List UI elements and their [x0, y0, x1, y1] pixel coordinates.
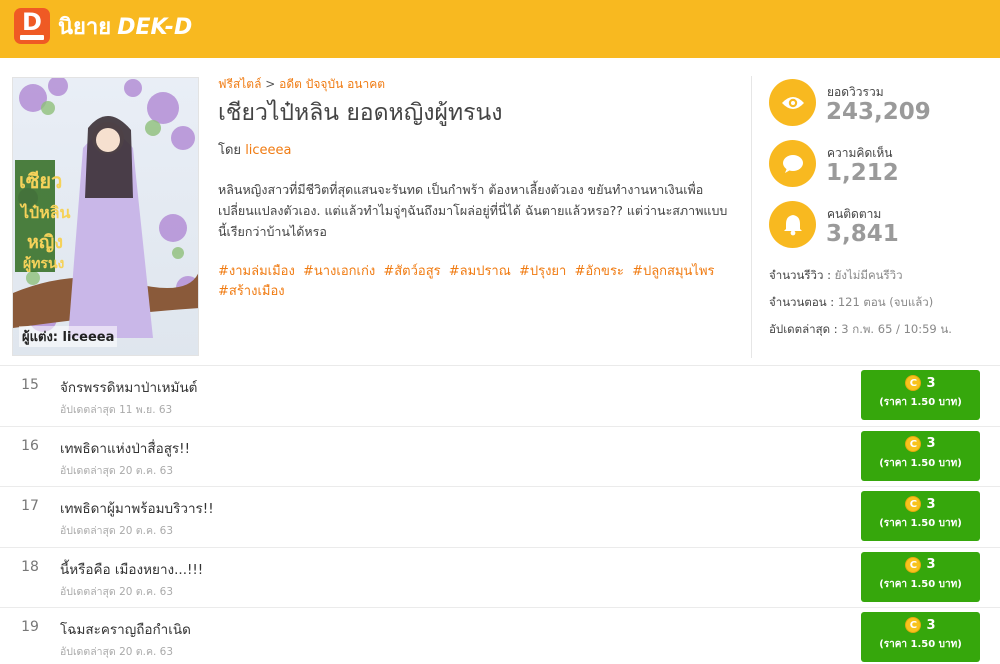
synopsis: หลินหญิงสาวที่มีชีวิตที่สุดแสนจะรันทด เป… [218, 182, 728, 239]
episode-price: (ราคา 1.50 บาท) [879, 518, 962, 529]
tag-link[interactable]: #สร้างเมือง [218, 284, 285, 299]
logo-text: นิยาย DEK-D [58, 9, 192, 44]
buy-episode-button[interactable]: C3 (ราคา 1.50 บาท) [861, 491, 980, 541]
svg-text:ผู้ทรนง: ผู้ทรนง [23, 256, 65, 272]
vertical-divider [751, 76, 752, 358]
coin-icon: C [905, 617, 922, 633]
tag-link[interactable]: #ลมปราณ [449, 264, 511, 279]
svg-text:หญิง: หญิง [27, 232, 63, 253]
episode-title-link[interactable]: นี้หรือคือ เมืองหยาง...!!! [60, 558, 203, 580]
breadcrumb: ฟรีสไตล์ > อดีต ปัจจุบัน อนาคต [218, 75, 730, 93]
tag-link[interactable]: #สัตว์อสูร [383, 264, 440, 279]
episode-number: 17 [21, 498, 39, 514]
episode-date: อัปเดตล่าสุด 20 ต.ค. 63 [60, 585, 174, 598]
eye-icon [769, 79, 816, 126]
novel-cover-image[interactable]: เซียว ไป๋หลิน หญิง ผู้ทรนง ผู้แต่ง: lice… [12, 77, 199, 356]
episode-row[interactable]: 16 เทพธิดาแห่งป่าสื่อสูร!! อัปเดตล่าสุด … [0, 427, 1000, 487]
episode-price: (ราคา 1.50 บาท) [879, 397, 962, 408]
comments-value: 1,212 [826, 160, 899, 186]
coin-icon: C [905, 435, 922, 452]
speech-bubble-icon [769, 140, 816, 187]
episode-count-label: จำนวนตอน : [769, 295, 835, 309]
coin-amount: 3 [926, 436, 936, 451]
site-logo[interactable]: D นิยาย DEK-D [14, 8, 192, 44]
last-updated-row: อัปเดตล่าสุด : 3 ก.พ. 65 / 10:59 น. [769, 316, 994, 343]
episode-price: (ราคา 1.50 บาท) [879, 639, 962, 650]
dekd-logo-icon: D [14, 8, 50, 44]
tag-list: #งามล่มเมือง #นางเอกเก่ง #สัตว์อสูร #ลมป… [218, 262, 730, 302]
views-value: 243,209 [826, 99, 931, 125]
coin-amount: 3 [926, 496, 936, 512]
episode-title-link[interactable]: เทพธิดาแห่งป่าสื่อสูร!! [60, 437, 190, 459]
buy-episode-button[interactable]: C3 (ราคา 1.50 บาท) [861, 612, 980, 662]
novel-title: เชียวไป๋หลิน ยอดหญิงผู้ทรนง [218, 100, 503, 126]
episode-date: อัปเดตล่าสุด 11 พ.ย. 63 [60, 404, 173, 416]
episode-number: 19 [21, 619, 39, 635]
episode-list: 15 จักรพรรดิหมาป่าเหมันต์ อัปเดตล่าสุด 1… [0, 366, 1000, 664]
coin-amount: 3 [926, 557, 936, 572]
episode-row[interactable]: 17 เทพธิดาผู้มาพร้อมบริวาร!! อัปเดตล่าสุ… [0, 487, 1000, 548]
episode-row[interactable]: 18 นี้หรือคือ เมืองหยาง...!!! อัปเดตล่าส… [0, 548, 1000, 608]
cover-author-caption: ผู้แต่ง: liceeea [19, 326, 118, 347]
author-link[interactable]: liceeea [245, 143, 291, 158]
last-updated-label: อัปเดตล่าสุด : [769, 322, 838, 336]
episode-number: 16 [21, 437, 39, 454]
followers-stat: คนติดตาม 3,841 [769, 201, 989, 262]
episode-date: อัปเดตล่าสุด 20 ต.ค. 63 [60, 525, 174, 537]
episode-row[interactable]: 15 จักรพรรดิหมาป่าเหมันต์ อัปเดตล่าสุด 1… [0, 366, 1000, 427]
svg-text:เซียว: เซียว [19, 169, 62, 193]
novel-meta: จำนวนรีวิว : ยังไม่มีคนรีวิว จำนวนตอน : … [769, 262, 994, 343]
tag-link[interactable]: #อักขระ [574, 264, 623, 279]
episode-title-link[interactable]: จักรพรรดิหมาป่าเหมันต์ [60, 376, 197, 398]
buy-episode-button[interactable]: C3 (ราคา 1.50 บาท) [861, 370, 980, 420]
episode-row[interactable]: 19 โฉมสะคราญถือกำเนิด อัปเดตล่าสุด 20 ต.… [0, 608, 1000, 664]
svg-text:ไป๋หลิน: ไป๋หลิน [19, 203, 71, 222]
site-name: นิยาย [58, 14, 112, 40]
byline: โดย liceeea [218, 141, 730, 161]
episode-number: 18 [21, 558, 39, 575]
stats-panel: ยอดวิวรวม 243,209 ความคิดเห็น 1,212 คนติ… [769, 79, 989, 262]
episode-title-link[interactable]: เทพธิดาผู้มาพร้อมบริวาร!! [60, 497, 214, 519]
episode-price: (ราคา 1.50 บาท) [879, 578, 962, 590]
last-updated-value: 3 ก.พ. 65 / 10:59 น. [841, 322, 952, 336]
tag-link[interactable]: #ปรุงยา [519, 264, 566, 279]
novel-info: ฟรีสไตล์ > อดีต ปัจจุบัน อนาคต เชียวไป๋ห… [218, 75, 730, 302]
episode-date: อัปเดตล่าสุด 20 ต.ค. 63 [60, 464, 174, 477]
reviews-row: จำนวนรีวิว : ยังไม่มีคนรีวิว [769, 262, 994, 289]
episode-count-value: 121 ตอน (จบแล้ว) [837, 295, 934, 309]
followers-value: 3,841 [826, 221, 899, 247]
coin-amount: 3 [926, 617, 936, 633]
breadcrumb-category-link[interactable]: ฟรีสไตล์ [218, 77, 261, 91]
by-label: โดย [218, 143, 242, 158]
episode-count-row: จำนวนตอน : 121 ตอน (จบแล้ว) [769, 289, 994, 316]
coin-amount: 3 [926, 375, 936, 391]
views-stat: ยอดวิวรวม 243,209 [769, 79, 989, 140]
breadcrumb-separator: > [265, 77, 276, 91]
reviews-label: จำนวนรีวิว : [769, 268, 831, 282]
reviews-value: ยังไม่มีคนรีวิว [834, 268, 903, 282]
coin-icon: C [905, 496, 922, 512]
episode-number: 15 [21, 377, 39, 393]
breadcrumb-subcategory-link[interactable]: อดีต ปัจจุบัน อนาคต [279, 77, 385, 91]
episode-date: อัปเดตล่าสุด 20 ต.ค. 63 [60, 646, 174, 658]
brand-name: DEK-D [117, 14, 193, 40]
top-bar: D นิยาย DEK-D [0, 0, 1000, 58]
coin-icon: C [905, 375, 922, 391]
tag-link[interactable]: #งามล่มเมือง [218, 264, 295, 279]
cover-illustration: เซียว ไป๋หลิน หญิง ผู้ทรนง [13, 78, 198, 355]
buy-episode-button[interactable]: C3 (ราคา 1.50 บาท) [861, 430, 980, 481]
tag-link[interactable]: #นางเอกเก่ง [303, 264, 375, 279]
episode-title-link[interactable]: โฉมสะคราญถือกำเนิด [60, 618, 191, 640]
tag-link[interactable]: #ปลูกสมุนไพร [632, 264, 714, 279]
coin-icon: C [905, 556, 922, 573]
episode-price: (ราคา 1.50 บาท) [879, 457, 962, 469]
comments-stat: ความคิดเห็น 1,212 [769, 140, 989, 201]
bell-icon [769, 201, 816, 248]
buy-episode-button[interactable]: C3 (ราคา 1.50 บาท) [861, 551, 980, 602]
